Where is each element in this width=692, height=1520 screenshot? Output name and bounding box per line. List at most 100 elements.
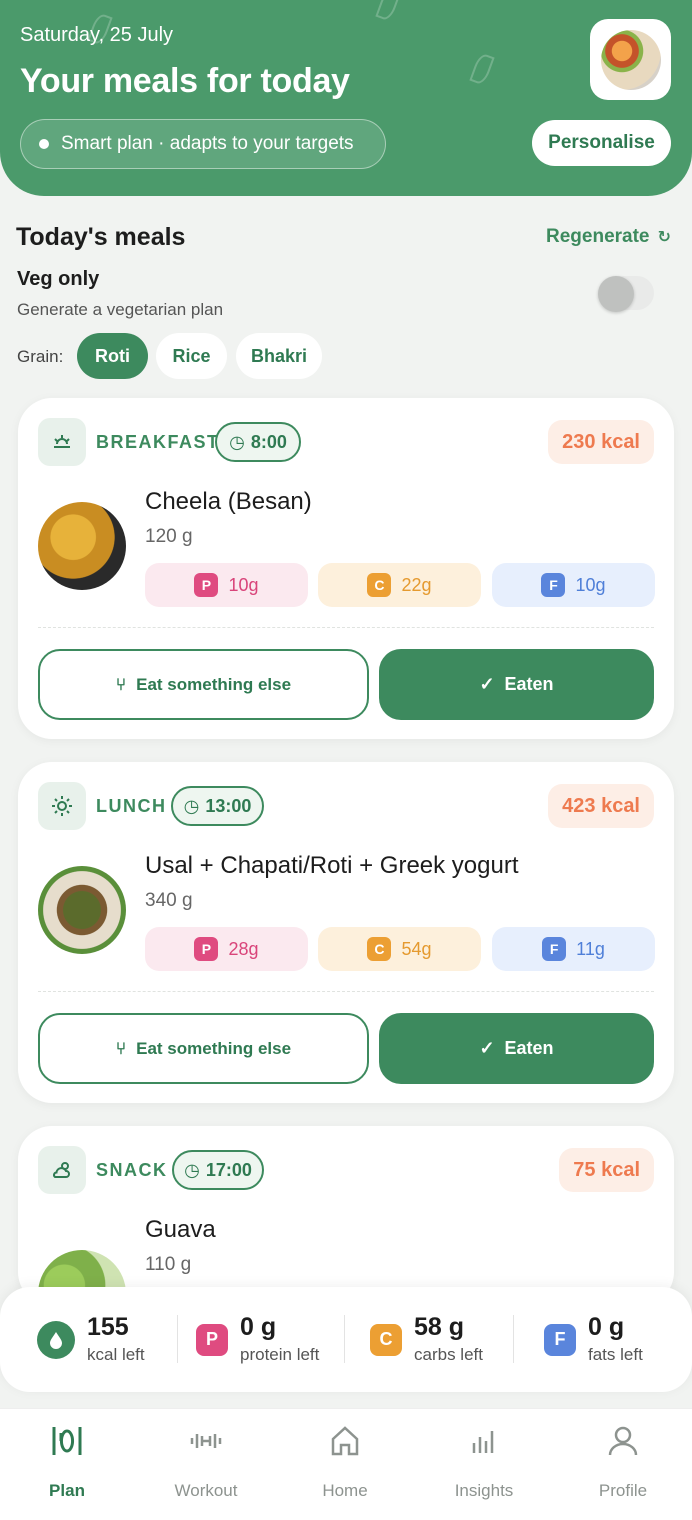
protein-left-label: protein left (240, 1345, 320, 1365)
carbs-badge: C (367, 573, 392, 597)
food-image (38, 866, 126, 954)
utensils-icon: ⑂ (115, 674, 127, 694)
protein-left-value: 0 g (240, 1312, 277, 1341)
summary-carbs: C 58 g carbs left (370, 1287, 483, 1392)
carbs-value: 22g (401, 574, 432, 595)
summary-fats: F 0 g fats left (544, 1287, 643, 1392)
tab-label: Insights (454, 1481, 514, 1500)
fats-chip: F 11g (492, 927, 655, 971)
macros-summary-bar: 155 kcal left P 0 g protein left C 58 g … (0, 1287, 692, 1392)
bottom-tab-bar: Plan Workout Home Insights Profile (0, 1408, 692, 1520)
regenerate-label: Regenerate (546, 226, 650, 247)
dumbbell-icon (190, 1434, 222, 1448)
veg-only-title: Veg only (17, 268, 100, 290)
grain-option-rice[interactable]: Rice (156, 333, 227, 379)
veg-only-toggle[interactable] (598, 276, 654, 312)
meal-thumbnail[interactable] (590, 19, 671, 100)
date-label: Saturday, 25 July (20, 24, 174, 46)
protein-badge: P (196, 1323, 228, 1356)
eaten-button[interactable]: ✓ Eaten (379, 1013, 654, 1084)
meal-name: BREAKFAST (96, 432, 220, 452)
drop-icon (37, 1320, 75, 1359)
sunrise-icon (38, 418, 86, 466)
fats-value: 11g (576, 938, 605, 959)
protein-badge: P (194, 573, 219, 597)
check-circle-icon: ✓ (479, 1038, 495, 1058)
grain-label: Grain: (17, 347, 64, 366)
time-chip[interactable]: ◷ 13:00 (171, 786, 264, 826)
regenerate-button[interactable]: Regenerate ↻ (546, 226, 671, 248)
divider (38, 627, 654, 628)
meal-card-lunch: LUNCH ◷ 13:00 423 kcal Usal + Chapati/Ro… (18, 762, 674, 1103)
tab-label: Profile (598, 1481, 648, 1500)
fats-badge: F (544, 1323, 576, 1356)
tab-profile[interactable]: Profile (563, 1423, 683, 1501)
summary-protein: P 0 g protein left (196, 1287, 319, 1392)
leaf-decoration (469, 52, 495, 86)
fats-badge: F (541, 573, 566, 597)
summary-kcal: 155 kcal left (37, 1287, 145, 1392)
bar-chart-icon (472, 1431, 494, 1453)
food-weight: 120 g (145, 526, 193, 547)
time-chip[interactable]: ◷ 17:00 (172, 1150, 264, 1190)
eat-something-else-button[interactable]: ⑂ Eat something else (38, 649, 369, 720)
section-title: Today's meals (16, 223, 186, 251)
home-icon (331, 1426, 359, 1456)
carbs-chip: C 22g (318, 563, 481, 607)
grain-option-roti[interactable]: Roti (77, 333, 148, 379)
eat-something-else-label: Eat something else (136, 1038, 292, 1058)
eaten-label: Eaten (504, 674, 554, 694)
carbs-left-value: 58 g (414, 1312, 465, 1341)
clock-icon: ◷ (184, 1159, 200, 1180)
food-photo (600, 29, 661, 90)
grain-option-bhakri[interactable]: Bhakri (236, 333, 322, 379)
header: Saturday, 25 July Your meals for today S… (0, 0, 692, 196)
eat-something-else-label: Eat something else (136, 674, 292, 694)
meal-name: SNACK (96, 1160, 168, 1180)
separator (513, 1315, 514, 1363)
tab-home[interactable]: Home (285, 1423, 405, 1501)
carbs-badge: C (367, 937, 392, 961)
refresh-icon: ↻ (657, 229, 671, 246)
separator (177, 1315, 178, 1363)
time-label: 17:00 (205, 1159, 252, 1180)
meal-card-snack: SNACK ◷ 17:00 75 kcal Guava 110 g (18, 1126, 674, 1306)
food-weight: 110 g (145, 1254, 192, 1275)
carbs-left-label: carbs left (414, 1345, 483, 1365)
protein-chip: P 10g (145, 563, 308, 607)
separator (344, 1315, 345, 1363)
food-name: Cheela (Besan) (145, 488, 312, 515)
eat-something-else-button[interactable]: ⑂ Eat something else (38, 1013, 369, 1084)
kcal-badge: 75 kcal (559, 1148, 654, 1192)
tab-workout[interactable]: Workout (146, 1423, 266, 1501)
time-chip[interactable]: ◷ 8:00 (215, 422, 301, 462)
time-label: 8:00 (250, 431, 287, 452)
leaf-decoration (375, 0, 401, 22)
utensils-icon: ⑂ (115, 1038, 127, 1058)
food-image (38, 502, 126, 590)
sun-icon (38, 782, 86, 830)
clock-icon: ◷ (229, 431, 245, 452)
toggle-knob (598, 276, 634, 312)
eaten-button[interactable]: ✓ Eaten (379, 649, 654, 720)
kcal-left-value: 155 (87, 1312, 129, 1341)
person-icon (608, 1426, 638, 1456)
meal-card-breakfast: BREAKFAST ◷ 8:00 230 kcal Cheela (Besan)… (18, 398, 674, 739)
tab-label: Workout (174, 1481, 238, 1500)
protein-badge: P (194, 937, 219, 961)
fats-left-value: 0 g (588, 1312, 625, 1341)
clock-icon: ◷ (183, 795, 200, 816)
tab-insights[interactable]: Insights (424, 1423, 544, 1501)
fats-left-label: fats left (588, 1345, 643, 1365)
fats-chip: F 10g (492, 563, 655, 607)
carbs-chip: C 54g (318, 927, 481, 971)
meal-name: LUNCH (96, 796, 167, 816)
protein-value: 28g (228, 938, 259, 959)
personalise-button[interactable]: Personalise (532, 120, 671, 166)
tab-plan[interactable]: Plan (7, 1423, 127, 1501)
eaten-label: Eaten (504, 1038, 554, 1058)
page-title: Your meals for today (20, 62, 350, 100)
fats-value: 10g (575, 574, 606, 595)
tab-label: Plan (49, 1481, 85, 1500)
food-name: Usal + Chapati/Roti + Greek yogurt (145, 852, 519, 879)
